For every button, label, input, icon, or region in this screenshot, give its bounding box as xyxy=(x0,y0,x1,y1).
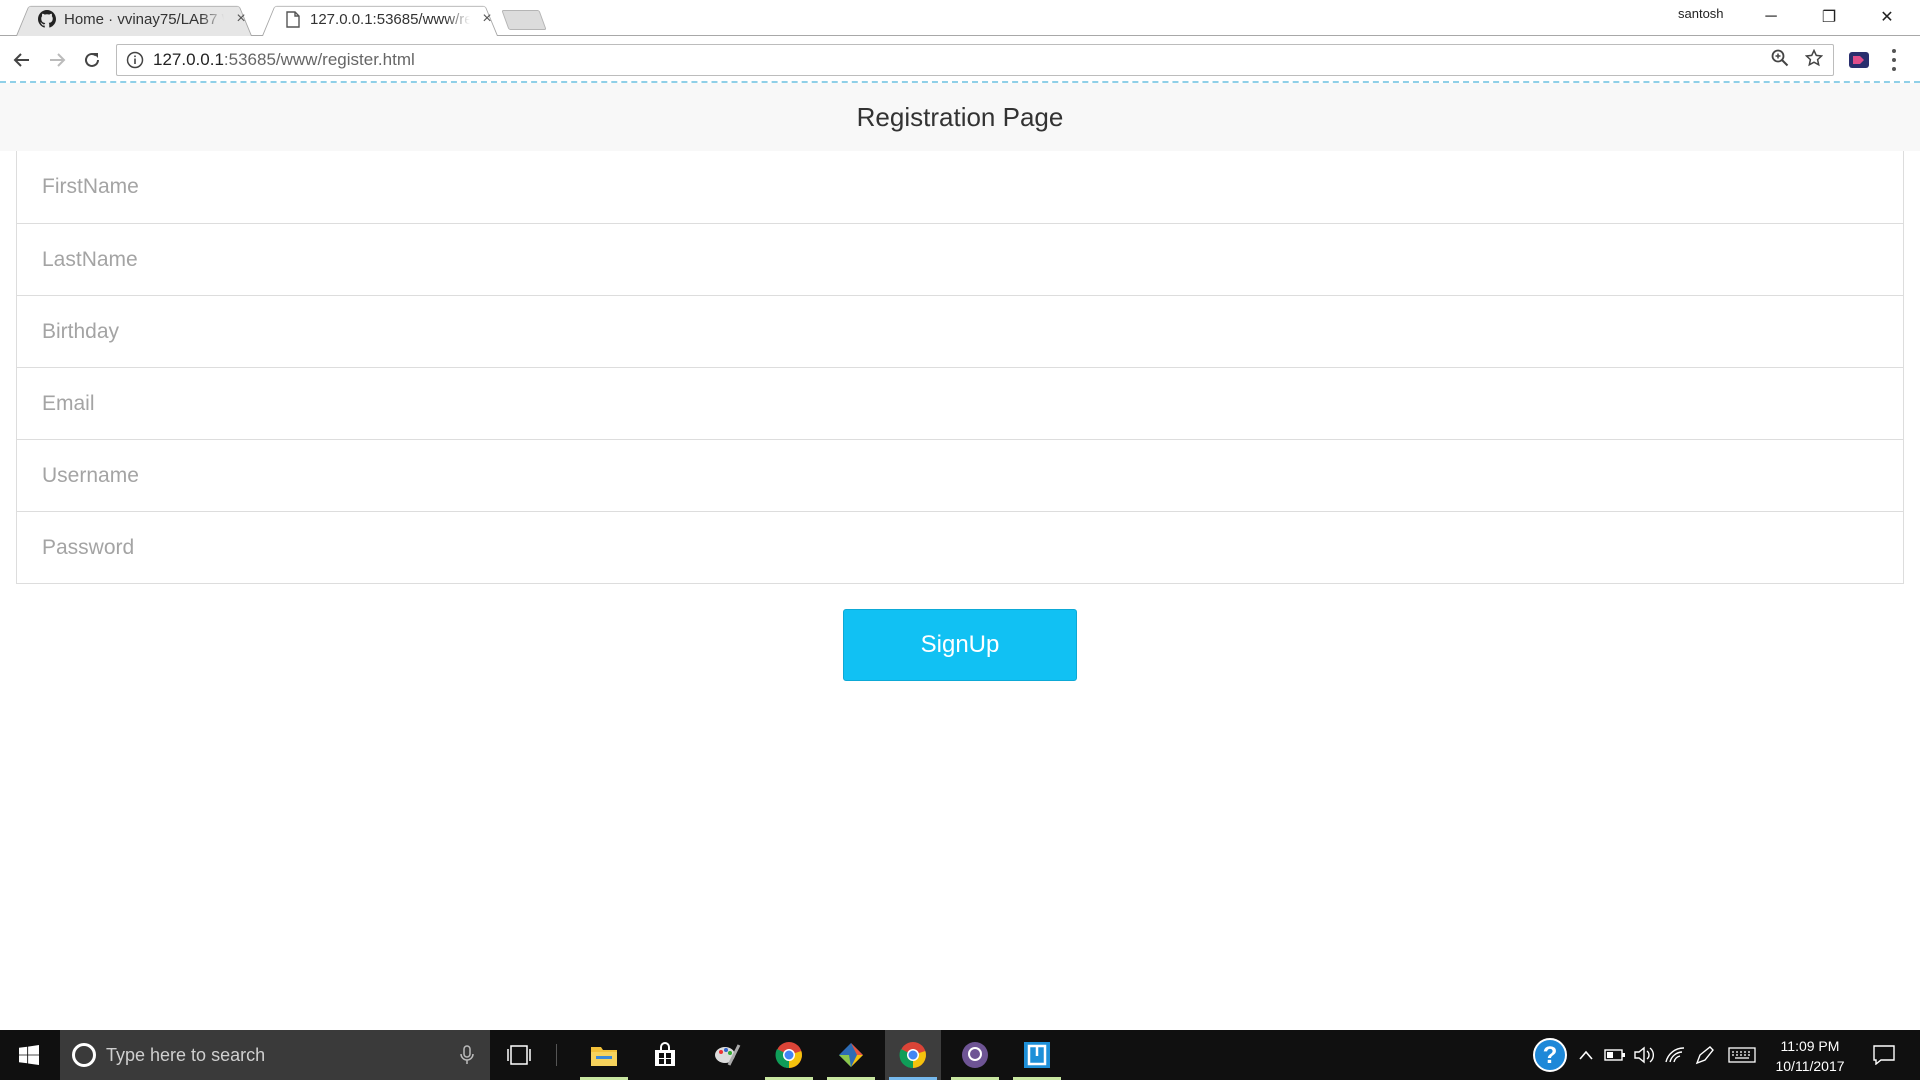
page-header: Registration Page xyxy=(0,83,1920,151)
tab-register[interactable]: 127.0.0.1:53685/www/reg × xyxy=(262,2,498,36)
birthday-row xyxy=(17,295,1903,367)
username-row xyxy=(17,439,1903,511)
minimize-icon[interactable]: ─ xyxy=(1742,0,1800,34)
email-row xyxy=(17,367,1903,439)
browser-toolbar: 127.0.0.1:53685/www/register.html xyxy=(0,37,1920,83)
zoom-icon[interactable] xyxy=(1771,49,1789,72)
keyboard-icon[interactable] xyxy=(1724,1030,1760,1080)
extension-icon[interactable] xyxy=(1848,50,1870,70)
close-icon[interactable]: × xyxy=(480,10,494,28)
task-view-icon[interactable] xyxy=(506,1043,532,1067)
restore-icon[interactable]: ❐ xyxy=(1800,0,1858,34)
github-desktop-icon[interactable] xyxy=(947,1030,1003,1080)
password-row xyxy=(17,511,1903,583)
search-placeholder: Type here to search xyxy=(106,1044,266,1065)
windows-taskbar: Type here to search ? 11:09 PM 10/11/201… xyxy=(0,1030,1920,1080)
email-input[interactable] xyxy=(42,391,1903,416)
battery-icon[interactable] xyxy=(1602,1030,1628,1080)
page-title: Registration Page xyxy=(856,101,1064,132)
chrome-icon[interactable] xyxy=(885,1030,941,1080)
volume-icon[interactable] xyxy=(1632,1030,1658,1080)
tab-label: 127.0.0.1:53685/www/reg xyxy=(310,10,470,28)
address-bar[interactable]: 127.0.0.1:53685/www/register.html xyxy=(116,44,1834,76)
first-name-row xyxy=(17,151,1903,223)
close-window-icon[interactable]: ✕ xyxy=(1858,0,1916,34)
tab-label: Home · vvinay75/LAB7 W xyxy=(64,10,224,28)
chrome-icon[interactable] xyxy=(761,1030,817,1080)
windows-logo-icon xyxy=(19,1045,39,1065)
registration-page: Registration Page SignUp xyxy=(0,83,1920,1030)
last-name-row xyxy=(17,223,1903,295)
first-name-input[interactable] xyxy=(42,175,1903,199)
start-button[interactable] xyxy=(0,1030,58,1080)
profile-name[interactable]: santosh xyxy=(1678,6,1724,21)
signup-button[interactable]: SignUp xyxy=(843,609,1077,681)
forward-icon[interactable] xyxy=(43,46,71,74)
username-input[interactable] xyxy=(42,463,1903,488)
clock-date: 10/11/2017 xyxy=(1775,1058,1845,1074)
url-text[interactable]: 127.0.0.1:53685/www/register.html xyxy=(153,50,415,70)
cortana-icon xyxy=(72,1043,96,1067)
git-icon[interactable] xyxy=(823,1030,879,1080)
chevron-up-icon[interactable] xyxy=(1574,1030,1598,1080)
taskbar-search[interactable]: Type here to search xyxy=(60,1030,490,1080)
paint-icon[interactable] xyxy=(699,1030,755,1080)
page-icon xyxy=(284,10,302,28)
back-icon[interactable] xyxy=(8,46,36,74)
info-icon[interactable] xyxy=(126,51,144,69)
chrome-menu-icon[interactable] xyxy=(1890,49,1898,71)
tab-github-home[interactable]: Home · vvinay75/LAB7 W × xyxy=(16,2,252,36)
registration-form xyxy=(16,151,1904,584)
svg-text:?: ? xyxy=(1543,1042,1558,1069)
microphone-icon[interactable] xyxy=(460,1045,474,1070)
reload-icon[interactable] xyxy=(78,46,106,74)
close-icon[interactable]: × xyxy=(234,10,248,28)
password-input[interactable] xyxy=(42,535,1903,560)
new-tab-button[interactable] xyxy=(501,10,547,30)
wifi-icon[interactable] xyxy=(1662,1030,1688,1080)
github-icon xyxy=(38,10,56,28)
action-center-icon[interactable] xyxy=(1866,1030,1902,1080)
app-icon[interactable] xyxy=(1009,1030,1065,1080)
help-icon[interactable]: ? xyxy=(1530,1030,1570,1080)
clock-time: 11:09 PM xyxy=(1780,1038,1840,1054)
file-explorer-icon[interactable] xyxy=(576,1030,632,1080)
tab-strip: Home · vvinay75/LAB7 W × 127.0.0.1:53685… xyxy=(0,0,1920,36)
system-clock[interactable]: 11:09 PM 10/11/2017 xyxy=(1765,1036,1855,1076)
bookmark-star-icon[interactable] xyxy=(1804,48,1824,72)
last-name-input[interactable] xyxy=(42,247,1903,272)
pen-icon[interactable] xyxy=(1692,1030,1718,1080)
birthday-input[interactable] xyxy=(42,319,1903,344)
store-icon[interactable] xyxy=(637,1030,693,1080)
